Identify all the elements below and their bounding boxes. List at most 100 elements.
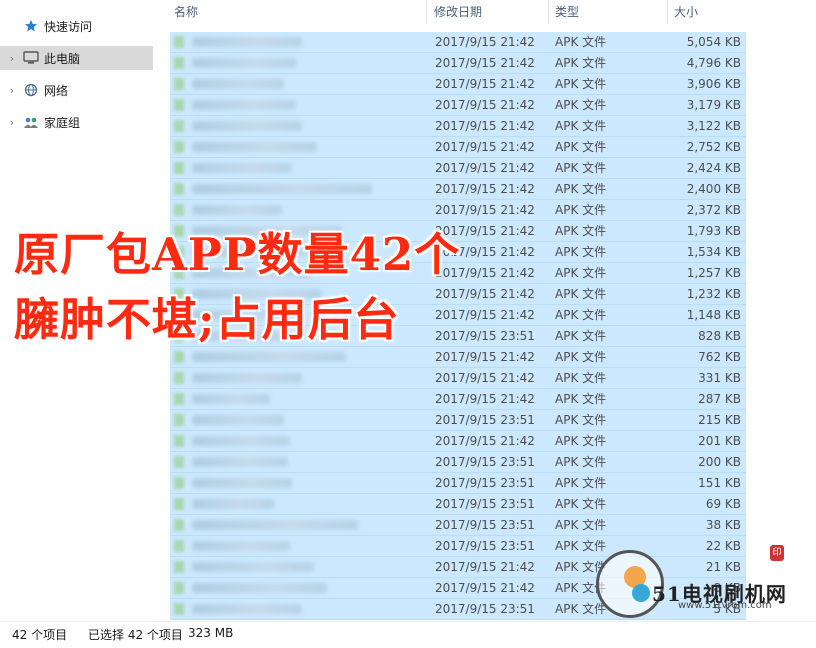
file-size: 1,257 KB bbox=[686, 266, 741, 280]
file-name-blurred bbox=[192, 499, 274, 509]
file-type: APK 文件 bbox=[555, 77, 607, 91]
table-row[interactable]: 2017/9/15 23:51 APK 文件 151 KB bbox=[170, 473, 746, 494]
file-size: 1,148 KB bbox=[686, 308, 741, 322]
file-type: APK 文件 bbox=[555, 35, 607, 49]
column-header-size[interactable]: 大小 bbox=[668, 0, 748, 24]
file-type: APK 文件 bbox=[555, 455, 607, 469]
star-icon bbox=[22, 18, 40, 34]
nav-item-quick-access[interactable]: 快速访问 bbox=[0, 14, 153, 38]
chevron-right-icon[interactable]: › bbox=[4, 84, 20, 97]
file-date: 2017/9/15 21:42 bbox=[435, 392, 535, 406]
file-name-blurred bbox=[192, 37, 302, 47]
file-name-blurred bbox=[192, 205, 282, 215]
apk-file-icon bbox=[174, 582, 184, 594]
apk-file-icon bbox=[174, 372, 184, 384]
watermark-url: www.51tvrom.com bbox=[678, 600, 772, 611]
file-name-blurred bbox=[192, 520, 358, 530]
column-header-name[interactable]: 名称 bbox=[168, 0, 426, 24]
table-row[interactable]: 2017/9/15 21:42 APK 文件 331 KB bbox=[170, 368, 746, 389]
file-type: APK 文件 bbox=[555, 371, 607, 385]
file-date: 2017/9/15 23:51 bbox=[435, 413, 535, 427]
file-size: 151 KB bbox=[698, 476, 741, 490]
table-row[interactable]: 2017/9/15 23:51 APK 文件 215 KB bbox=[170, 410, 746, 431]
file-size: 331 KB bbox=[698, 371, 741, 385]
file-name-blurred bbox=[192, 163, 292, 173]
file-size: 38 KB bbox=[705, 518, 741, 532]
nav-item-this-pc[interactable]: › 此电脑 bbox=[0, 46, 153, 70]
table-row[interactable]: 2017/9/15 21:42 APK 文件 3,179 KB bbox=[170, 95, 746, 116]
table-row[interactable]: 2017/9/15 21:42 APK 文件 762 KB bbox=[170, 347, 746, 368]
apk-file-icon bbox=[174, 183, 184, 195]
status-bar: 42 个项目 已选择 42 个项目 323 MB bbox=[0, 621, 816, 648]
column-divider[interactable] bbox=[426, 0, 427, 24]
file-type: APK 文件 bbox=[555, 518, 607, 532]
table-row[interactable]: 2017/9/15 21:42 APK 文件 2,752 KB bbox=[170, 137, 746, 158]
apk-file-icon bbox=[174, 456, 184, 468]
file-date: 2017/9/15 21:42 bbox=[435, 560, 535, 574]
nav-item-homegroup[interactable]: › 家庭组 bbox=[0, 110, 153, 134]
nav-item-label: 快速访问 bbox=[44, 19, 93, 34]
file-date: 2017/9/15 23:51 bbox=[435, 602, 535, 616]
file-type: APK 文件 bbox=[555, 56, 607, 70]
file-type: APK 文件 bbox=[555, 203, 607, 217]
apk-file-icon bbox=[174, 519, 184, 531]
table-row[interactable]: 2017/9/15 21:42 APK 文件 5,054 KB bbox=[170, 32, 746, 53]
file-date: 2017/9/15 21:42 bbox=[435, 434, 535, 448]
file-type: APK 文件 bbox=[555, 245, 607, 259]
table-row[interactable]: 2017/9/15 21:42 APK 文件 3,122 KB bbox=[170, 116, 746, 137]
file-name-blurred bbox=[192, 121, 302, 131]
file-name-blurred bbox=[192, 100, 296, 110]
file-type: APK 文件 bbox=[555, 266, 607, 280]
table-row[interactable]: 2017/9/15 21:42 APK 文件 3,906 KB bbox=[170, 74, 746, 95]
table-row[interactable]: 2017/9/15 23:51 APK 文件 200 KB bbox=[170, 452, 746, 473]
file-size: 828 KB bbox=[698, 329, 741, 343]
apk-file-icon bbox=[174, 477, 184, 489]
file-name-blurred bbox=[192, 142, 317, 152]
apk-file-icon bbox=[174, 540, 184, 552]
file-size: 2,372 KB bbox=[686, 203, 741, 217]
table-row[interactable]: 2017/9/15 21:42 APK 文件 2,400 KB bbox=[170, 179, 746, 200]
file-name-blurred bbox=[192, 604, 302, 614]
file-date: 2017/9/15 23:51 bbox=[435, 455, 535, 469]
logo-blue-dot-icon bbox=[632, 584, 650, 602]
file-date: 2017/9/15 21:42 bbox=[435, 98, 535, 112]
selected-size: 323 MB bbox=[188, 626, 234, 640]
column-header-type[interactable]: 类型 bbox=[549, 0, 667, 24]
file-type: APK 文件 bbox=[555, 308, 607, 322]
file-date: 2017/9/15 21:42 bbox=[435, 371, 535, 385]
apk-file-icon bbox=[174, 204, 184, 216]
file-date: 2017/9/15 21:42 bbox=[435, 35, 535, 49]
file-name-blurred bbox=[192, 457, 288, 467]
table-row[interactable]: 2017/9/15 23:51 APK 文件 69 KB bbox=[170, 494, 746, 515]
file-size: 2,752 KB bbox=[686, 140, 741, 154]
table-row[interactable]: 2017/9/15 23:51 APK 文件 38 KB bbox=[170, 515, 746, 536]
file-name-blurred bbox=[192, 58, 297, 68]
table-row[interactable]: 2017/9/15 21:42 APK 文件 287 KB bbox=[170, 389, 746, 410]
chevron-right-icon[interactable]: › bbox=[4, 116, 20, 129]
file-name-blurred bbox=[192, 352, 346, 362]
chevron-right-icon[interactable]: › bbox=[4, 52, 20, 65]
column-header-date[interactable]: 修改日期 bbox=[428, 0, 548, 24]
file-type: APK 文件 bbox=[555, 119, 607, 133]
apk-file-icon bbox=[174, 99, 184, 111]
nav-item-network[interactable]: › 网络 bbox=[0, 78, 153, 102]
file-name-blurred bbox=[192, 373, 302, 383]
file-date: 2017/9/15 23:51 bbox=[435, 539, 535, 553]
file-date: 2017/9/15 21:42 bbox=[435, 350, 535, 364]
file-size: 3,906 KB bbox=[686, 77, 741, 91]
file-name-blurred bbox=[192, 436, 290, 446]
file-date: 2017/9/15 21:42 bbox=[435, 140, 535, 154]
file-date: 2017/9/15 23:51 bbox=[435, 518, 535, 532]
file-name-blurred bbox=[192, 478, 292, 488]
table-row[interactable]: 2017/9/15 21:42 APK 文件 2,424 KB bbox=[170, 158, 746, 179]
apk-file-icon bbox=[174, 78, 184, 90]
file-date: 2017/9/15 23:51 bbox=[435, 497, 535, 511]
file-type: APK 文件 bbox=[555, 476, 607, 490]
file-type: APK 文件 bbox=[555, 140, 607, 154]
table-row[interactable]: 2017/9/15 21:42 APK 文件 201 KB bbox=[170, 431, 746, 452]
apk-file-icon bbox=[174, 120, 184, 132]
apk-file-icon bbox=[174, 393, 184, 405]
file-type: APK 文件 bbox=[555, 224, 607, 238]
table-row[interactable]: 2017/9/15 21:42 APK 文件 4,796 KB bbox=[170, 53, 746, 74]
file-size: 1,232 KB bbox=[686, 287, 741, 301]
